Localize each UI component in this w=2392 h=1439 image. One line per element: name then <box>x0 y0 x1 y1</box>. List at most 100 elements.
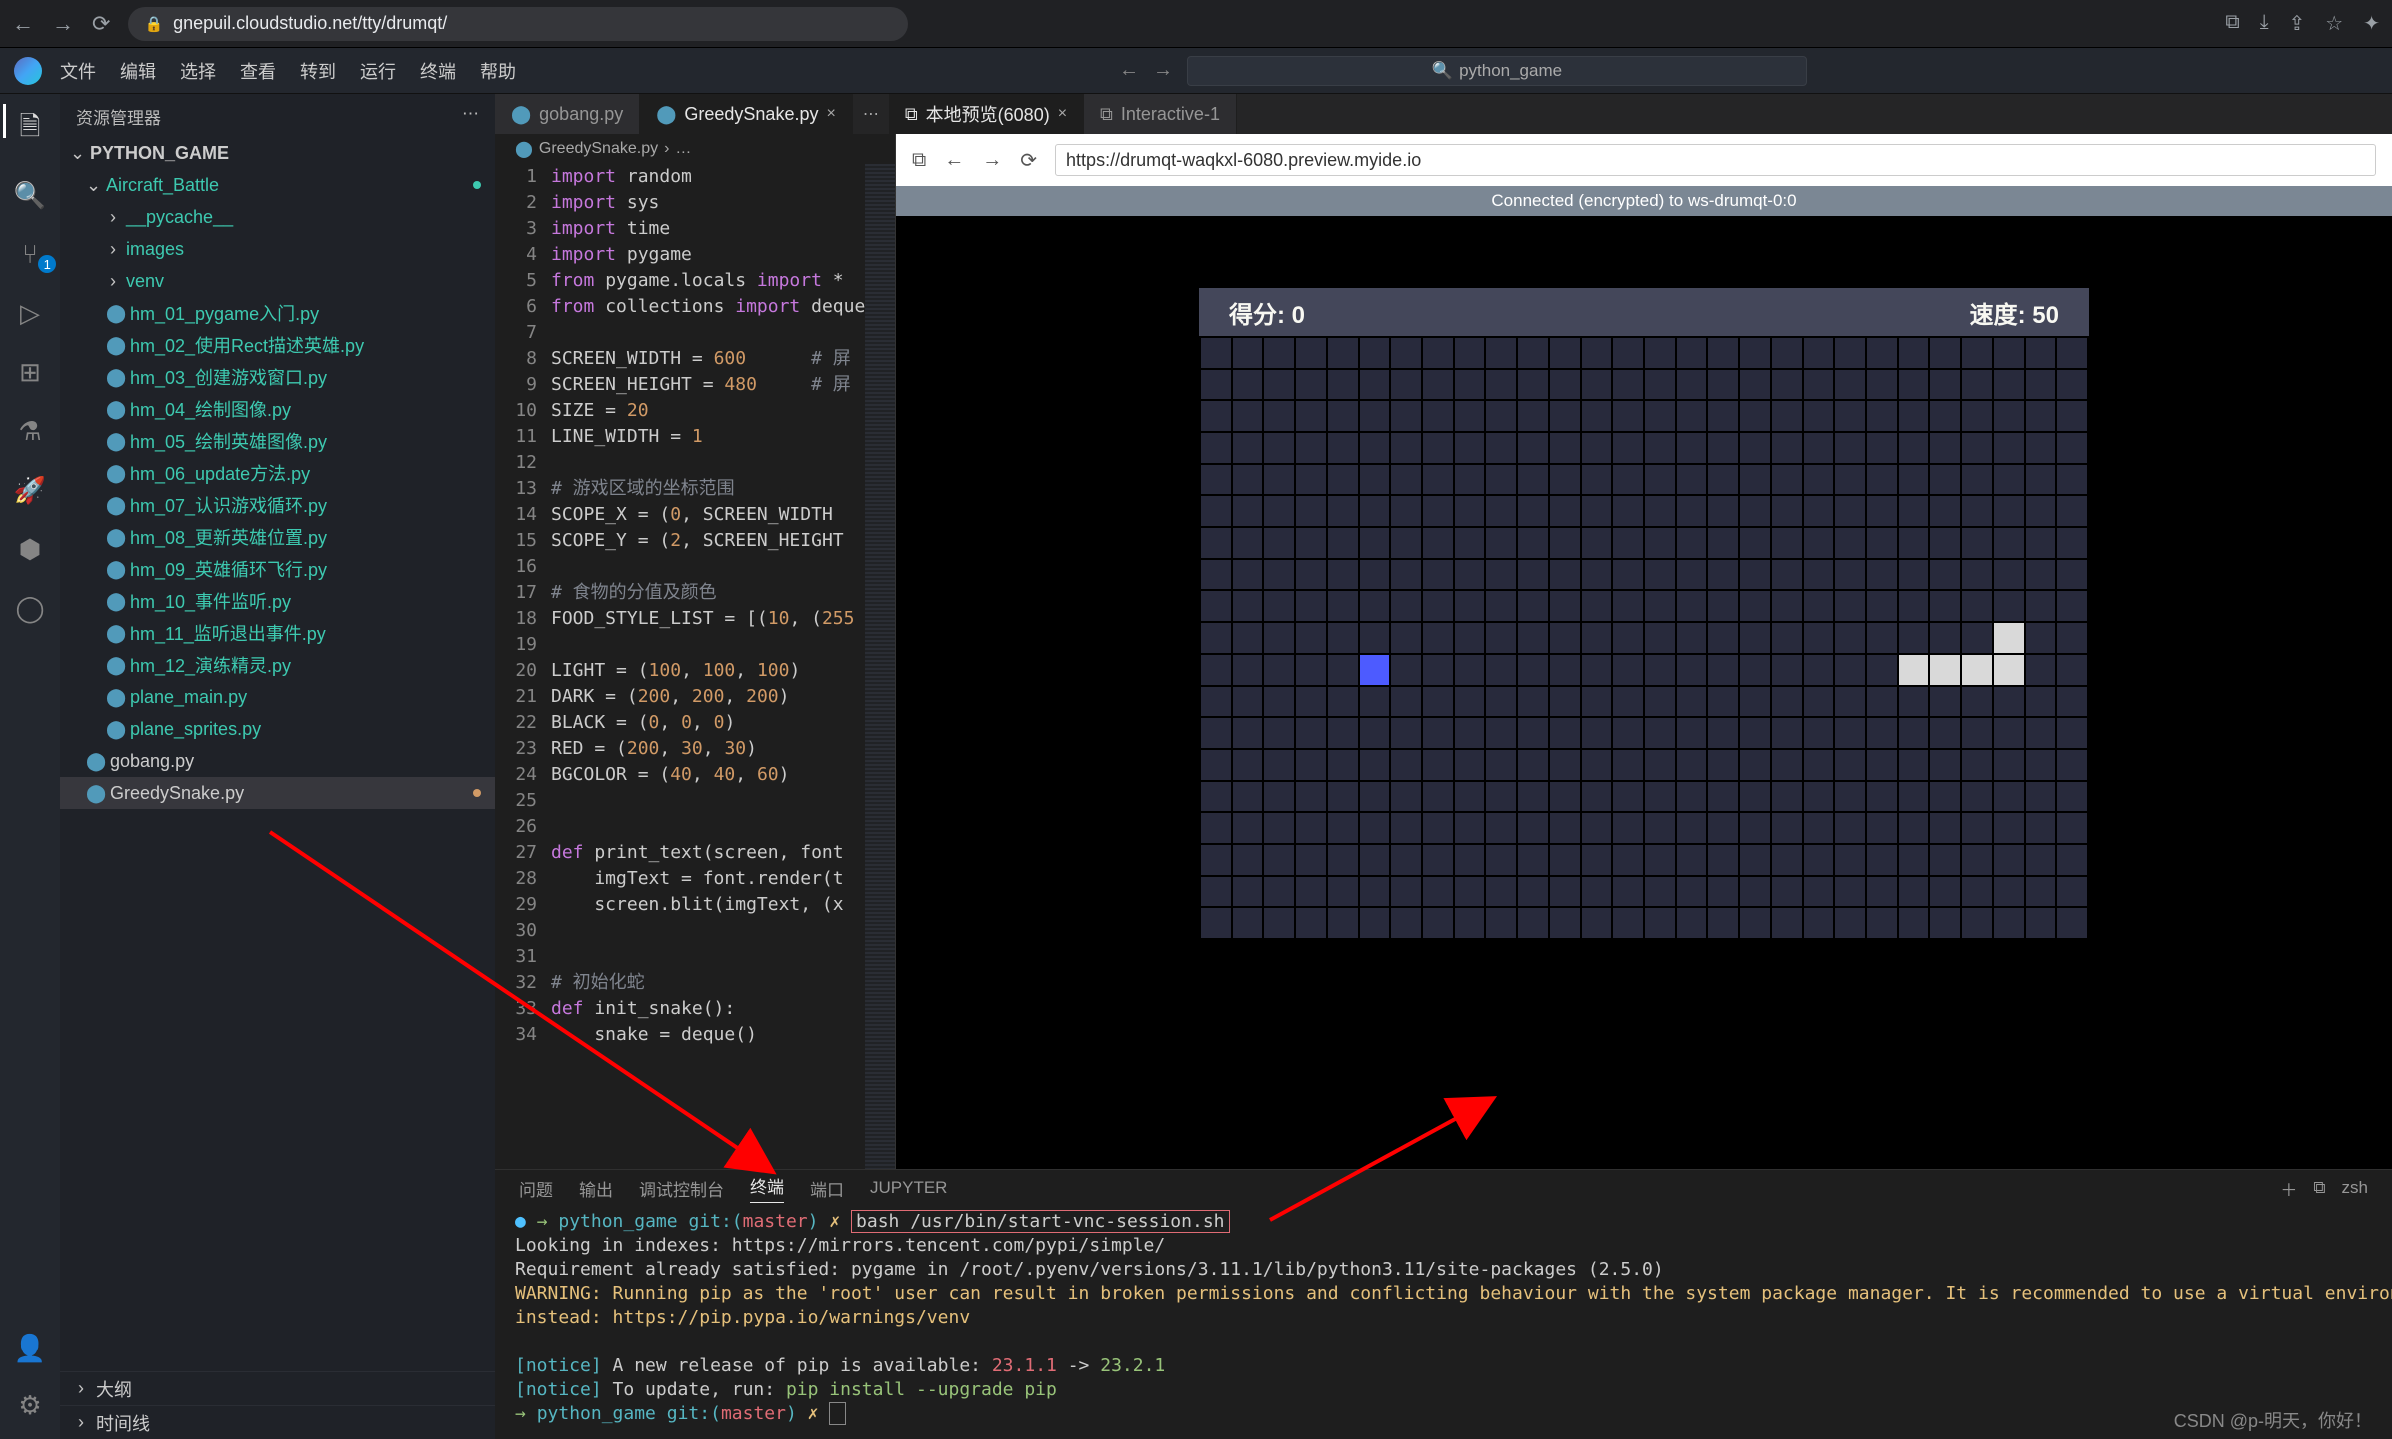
command-search[interactable]: 🔍 python_game <box>1187 56 1807 86</box>
open-external-icon[interactable]: ⧉ <box>912 149 926 172</box>
extensions-icon[interactable]: ⊞ <box>19 357 41 388</box>
install-icon[interactable]: ⤓ <box>2260 11 2269 36</box>
panel-tab-端口[interactable]: 端口 <box>810 1176 844 1201</box>
tab-icon[interactable]: ⧉ <box>2225 11 2239 36</box>
ide-logo-icon <box>14 57 42 85</box>
tab-interactive[interactable]: ⧉Interactive-1 <box>1084 94 1237 134</box>
menu-转到[interactable]: 转到 <box>300 58 336 84</box>
testing-icon[interactable]: ⚗ <box>18 416 41 447</box>
file-item[interactable]: ⬤plane_sprites.py <box>60 713 495 745</box>
address-bar[interactable]: 🔒 gnepuil.cloudstudio.net/tty/drumqt/ <box>128 7 908 41</box>
search-text: python_game <box>1459 61 1562 81</box>
timeline-section[interactable]: ›时间线 <box>60 1405 495 1439</box>
preview-url-input[interactable] <box>1055 144 2376 176</box>
share-icon[interactable]: ⇪ <box>2289 11 2306 36</box>
url-text: gnepuil.cloudstudio.net/tty/drumqt/ <box>173 13 447 34</box>
panel-tab-问题[interactable]: 问题 <box>519 1176 553 1201</box>
star-icon[interactable]: ☆ <box>2325 11 2343 36</box>
file-item[interactable]: ⬤GreedySnake.py <box>60 777 495 809</box>
file-item[interactable]: ⬤gobang.py <box>60 745 495 777</box>
panel-tab-调试控制台[interactable]: 调试控制台 <box>639 1176 724 1201</box>
file-item[interactable]: ⬤hm_06_update方法.py <box>60 457 495 489</box>
browser-toolbar: ← → ⟳ 🔒 gnepuil.cloudstudio.net/tty/drum… <box>0 0 2392 48</box>
panel-tab-JUPYTER[interactable]: JUPYTER <box>870 1178 947 1198</box>
tab-gobang[interactable]: ⬤gobang.py <box>495 94 640 134</box>
file-item[interactable]: ⬤hm_10_事件监听.py <box>60 585 495 617</box>
minimap[interactable] <box>865 164 895 1169</box>
breadcrumb: GreedySnake.py <box>539 140 658 158</box>
explorer-title: 资源管理器 <box>76 104 161 129</box>
reload-icon[interactable]: ⟳ <box>92 11 110 37</box>
shell-label[interactable]: zsh <box>2342 1178 2368 1198</box>
search-activity-icon[interactable]: 🔍 <box>14 180 46 211</box>
graph-icon[interactable]: ⬢ <box>19 534 42 565</box>
menu-选择[interactable]: 选择 <box>180 58 216 84</box>
code-editor[interactable]: ⬤GreedySnake.py›… 1234567891011121314151… <box>495 134 895 1169</box>
menu-终端[interactable]: 终端 <box>420 58 456 84</box>
game-grid[interactable] <box>1199 336 2089 940</box>
vnc-status: Connected (encrypted) to ws-drumqt-0:0 <box>896 186 2392 216</box>
account-icon[interactable]: 👤 <box>14 1333 46 1364</box>
more-icon[interactable]: ⋯ <box>462 104 479 129</box>
tab-greedysnake[interactable]: ⬤GreedySnake.py× <box>640 94 853 134</box>
menu-运行[interactable]: 运行 <box>360 58 396 84</box>
folder-venv[interactable]: ›venv <box>60 265 495 297</box>
folder-__pycache__[interactable]: ›__pycache__ <box>60 201 495 233</box>
file-item[interactable]: ⬤plane_main.py <box>60 681 495 713</box>
folder-aircraft[interactable]: ⌄Aircraft_Battle <box>60 169 495 201</box>
watermark: CSDN @p-明天，你好！ <box>2174 1407 2372 1433</box>
scm-badge: 1 <box>38 255 56 273</box>
file-item[interactable]: ⬤hm_07_认识游戏循环.py <box>60 489 495 521</box>
preview-pane: ⧉ ← → ⟳ Connected (encrypted) to ws-drum… <box>895 134 2392 1169</box>
extension-icon[interactable]: ✦ <box>2363 11 2380 36</box>
menu-查看[interactable]: 查看 <box>240 58 276 84</box>
menu-编辑[interactable]: 编辑 <box>120 58 156 84</box>
file-item[interactable]: ⬤hm_12_演练精灵.py <box>60 649 495 681</box>
nav-back-icon[interactable]: ← <box>1119 59 1139 82</box>
pv-back-icon[interactable]: ← <box>944 149 964 172</box>
file-item[interactable]: ⬤hm_08_更新英雄位置.py <box>60 521 495 553</box>
pv-reload-icon[interactable]: ⟳ <box>1020 148 1037 173</box>
file-item[interactable]: ⬤hm_11_监听退出事件.py <box>60 617 495 649</box>
bottom-panel: 问题 输出 调试控制台 终端 端口 JUPYTER ＋ ⧉ zsh ● → python_… <box>495 1169 2392 1439</box>
activity-bar: 🗎 🔍 ⑂1 ▷ ⊞ ⚗ 🚀 ⬢ ◯ 👤 ⚙ <box>0 94 60 1439</box>
explorer-sidebar: 资源管理器 ⋯ ⌄PYTHON_GAME ⌄Aircraft_Battle ›_… <box>60 94 495 1439</box>
pv-fwd-icon[interactable]: → <box>982 149 1002 172</box>
new-terminal-icon[interactable]: ＋ <box>2280 1176 2297 1201</box>
file-item[interactable]: ⬤hm_03_创建游戏窗口.py <box>60 361 495 393</box>
explorer-icon[interactable]: 🗎 <box>20 108 41 152</box>
terminal-output[interactable]: ● → python_game git:(master) ✗ bash /usr… <box>495 1206 2392 1439</box>
forward-icon[interactable]: → <box>52 11 74 37</box>
back-icon[interactable]: ← <box>12 11 34 37</box>
tab-preview[interactable]: ⧉本地预览(6080)× <box>889 94 1084 134</box>
split-terminal-icon[interactable]: ⧉ <box>2313 1178 2325 1198</box>
close-icon[interactable]: × <box>1058 105 1067 123</box>
settings-icon[interactable]: ⚙ <box>18 1390 41 1421</box>
scm-icon[interactable]: ⑂1 <box>22 239 38 270</box>
github-icon[interactable]: ◯ <box>15 593 44 624</box>
close-icon[interactable]: × <box>826 105 835 123</box>
lock-icon: 🔒 <box>144 15 163 33</box>
nav-fwd-icon[interactable]: → <box>1153 59 1173 82</box>
file-item[interactable]: ⬤hm_04_绘制图像.py <box>60 393 495 425</box>
file-item[interactable]: ⬤hm_01_pygame入门.py <box>60 297 495 329</box>
tab-overflow-icon[interactable]: ⋯ <box>853 104 889 124</box>
file-item[interactable]: ⬤hm_09_英雄循环飞行.py <box>60 553 495 585</box>
file-item[interactable]: ⬤hm_05_绘制英雄图像.py <box>60 425 495 457</box>
editor-tabs: ⬤gobang.py ⬤GreedySnake.py× ⋯ ⧉本地预览(6080… <box>495 94 2392 134</box>
menu-文件[interactable]: 文件 <box>60 58 96 84</box>
debug-icon[interactable]: ▷ <box>20 298 40 329</box>
root-folder[interactable]: ⌄PYTHON_GAME <box>60 137 495 169</box>
folder-images[interactable]: ›images <box>60 233 495 265</box>
outline-section[interactable]: ›大纲 <box>60 1371 495 1405</box>
panel-tab-输出[interactable]: 输出 <box>579 1176 613 1201</box>
score-label: 得分: 0 <box>1229 295 1305 330</box>
file-item[interactable]: ⬤hm_02_使用Rect描述英雄.py <box>60 329 495 361</box>
menu-帮助[interactable]: 帮助 <box>480 58 516 84</box>
search-icon: 🔍 <box>1432 61 1453 81</box>
rocket-icon[interactable]: 🚀 <box>14 475 46 506</box>
speed-label: 速度: 50 <box>1970 295 2059 330</box>
panel-tab-终端[interactable]: 终端 <box>750 1173 784 1203</box>
game-window: 得分: 0 速度: 50 <box>1199 288 2089 940</box>
ide-menubar: 文件编辑选择查看转到运行终端帮助 ← → 🔍 python_game <box>0 48 2392 94</box>
